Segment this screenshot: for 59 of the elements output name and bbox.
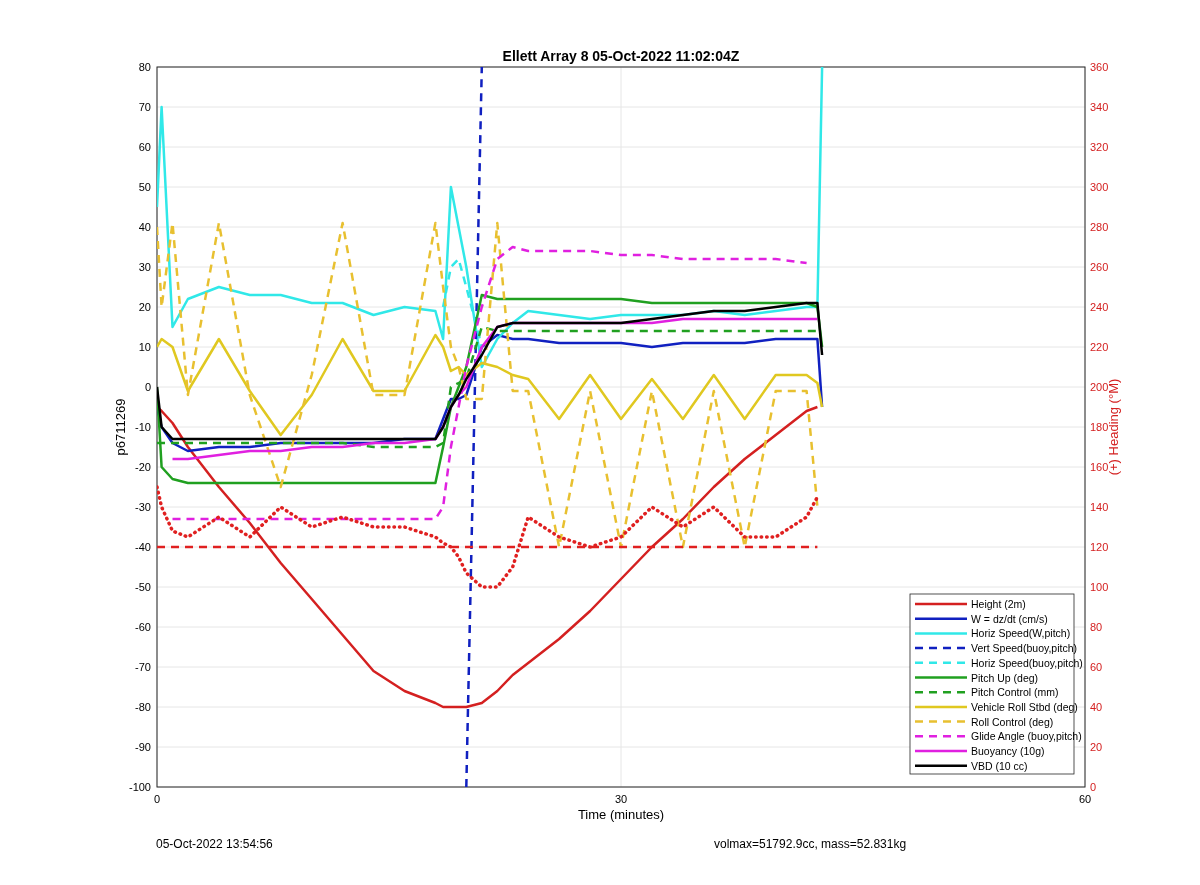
legend-label: Vert Speed(buoy,pitch) (971, 642, 1078, 655)
tick-label: 360 (1090, 61, 1109, 73)
tick-label: -40 (135, 541, 151, 553)
tick-label: 120 (1090, 541, 1109, 553)
tick-label: -50 (135, 581, 151, 593)
tick-label: 0 (144, 381, 151, 393)
x-axis-label: Time (minutes) (577, 807, 665, 822)
legend-label: Buoyancy (10g) (971, 745, 1045, 757)
y-axis-label: p6711269 (113, 398, 128, 456)
legend-label: Horiz Speed(buoy,pitch) (971, 656, 1083, 669)
tick-label: 70 (138, 101, 151, 113)
tick-label: 20 (138, 301, 151, 313)
tick-label: 300 (1090, 181, 1109, 193)
tick-label: -10 (135, 421, 151, 433)
tick-label: -100 (128, 781, 151, 793)
legend-label: Height (2m) (971, 598, 1026, 610)
legend-label: Roll Control (deg) (971, 715, 1054, 728)
legend-label: Pitch Up (deg) (971, 671, 1039, 684)
tick-label: 100 (1090, 581, 1109, 593)
right-axis-label: (+) Heading (°M) (1106, 378, 1121, 476)
tick-label: 50 (138, 181, 151, 193)
tick-label: 30 (138, 261, 151, 273)
tick-label: 220 (1090, 341, 1109, 353)
legend-label: VBD (10 cc) (971, 759, 1028, 772)
tick-label: 320 (1090, 141, 1109, 153)
legend-label: Pitch Control (mm) (971, 686, 1059, 699)
legend-label: Glide Angle (buoy,pitch) (971, 730, 1082, 743)
tick-label: -60 (135, 621, 151, 633)
tick-label: 240 (1090, 301, 1109, 313)
tick-label: 60 (1090, 661, 1103, 673)
tick-label: 40 (138, 221, 151, 233)
legend-label: W = dz/dt (cm/s) (971, 612, 1048, 625)
chart-title: Ellett Array 8 05-Oct-2022 11:02:04Z (502, 48, 740, 64)
tick-label: 30 (614, 793, 628, 805)
tick-label: 40 (1090, 701, 1103, 713)
timestamp-text: 05-Oct-2022 13:54:56 (156, 836, 274, 853)
tick-label: 80 (138, 61, 151, 73)
tick-label: -80 (135, 701, 151, 713)
tick-label: 260 (1090, 261, 1109, 273)
tick-label: 0 (153, 793, 161, 805)
vehicle-info-text: volmax=51792.9cc, mass=52.831kg (714, 836, 907, 853)
tick-label: 180 (1090, 421, 1109, 433)
legend-label: Vehicle Roll Stbd (deg) (971, 700, 1078, 713)
tick-label: 60 (138, 141, 151, 153)
tick-label: 20 (1090, 741, 1103, 753)
tick-label: 140 (1090, 501, 1109, 513)
tick-label: 80 (1090, 621, 1103, 633)
tick-label: 0 (1090, 781, 1097, 793)
tick-label: 280 (1090, 221, 1109, 233)
tick-label: -20 (135, 461, 151, 473)
tick-label: 160 (1090, 461, 1109, 473)
legend-label: Horiz Speed(W,pitch) (971, 627, 1071, 640)
tick-label: 60 (1078, 793, 1092, 805)
tick-label: 10 (138, 341, 151, 353)
tick-label: 340 (1090, 101, 1109, 113)
tick-label: 200 (1090, 381, 1109, 393)
tick-label: -30 (135, 501, 151, 513)
tick-label: -90 (135, 741, 151, 753)
tick-label: -70 (135, 661, 151, 673)
